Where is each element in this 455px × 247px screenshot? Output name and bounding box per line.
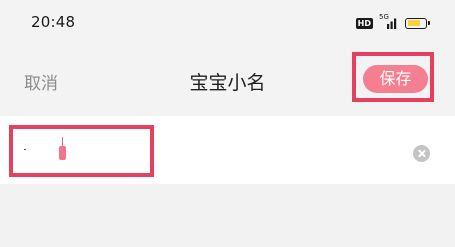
status-icons: HD 5G	[355, 13, 430, 31]
screen: 20:48 HD 5G 取消 宝宝小名 保存	[0, 0, 455, 247]
save-button[interactable]: 保存	[363, 65, 428, 93]
text-cursor-mark	[24, 149, 26, 150]
baby-nickname-input[interactable]	[20, 136, 146, 166]
hd-badge-icon: HD	[355, 17, 373, 29]
cursor-handle-icon[interactable]	[59, 137, 66, 160]
clear-circle-icon[interactable]	[413, 145, 430, 162]
content-background	[0, 184, 455, 247]
name-input-row	[0, 116, 455, 184]
battery-icon	[405, 17, 430, 29]
nav-bar: 取消 宝宝小名 保存	[0, 48, 455, 116]
cursor-handle	[59, 146, 66, 160]
status-bar: 20:48 HD 5G	[0, 0, 455, 48]
battery-level	[407, 20, 420, 26]
status-time: 20:48	[31, 13, 76, 31]
signal-icon: 5G	[379, 13, 399, 30]
